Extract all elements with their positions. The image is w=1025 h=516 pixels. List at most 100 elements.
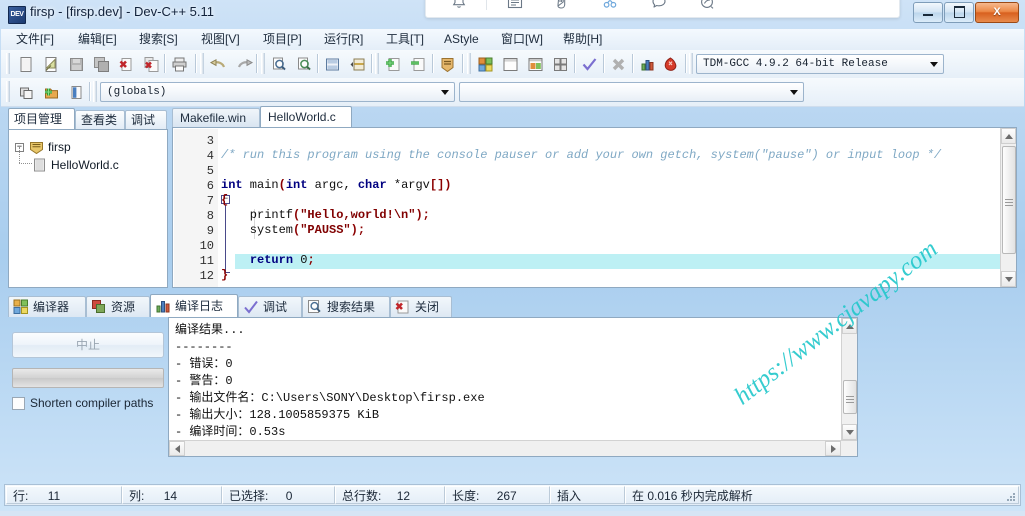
tab-helloworld[interactable]: HelloWorld.c: [260, 106, 352, 127]
resize-grip[interactable]: [1005, 491, 1017, 503]
log-vertical-scrollbar[interactable]: [841, 318, 857, 440]
toolbar-separator-3: [256, 54, 258, 73]
save-icon[interactable]: [65, 53, 87, 75]
compiler-select[interactable]: TDM-GCC 4.9.2 64-bit Release: [696, 54, 944, 74]
minimize-button[interactable]: [913, 2, 943, 23]
code-token-plain: argc,: [307, 178, 357, 192]
open-file-icon[interactable]: [40, 53, 62, 75]
scroll-down-button[interactable]: [1001, 271, 1016, 287]
remove-from-project-icon[interactable]: [65, 81, 87, 103]
new-project-icon[interactable]: [15, 81, 37, 103]
redo-icon[interactable]: [233, 53, 255, 75]
abort-button[interactable]: 中止: [12, 332, 164, 358]
tab-debug[interactable]: 调试: [125, 110, 167, 129]
thumb-grip: [1005, 202, 1013, 203]
line-number: 8: [174, 209, 214, 224]
toolbar2-grip[interactable]: [6, 81, 10, 102]
member-select[interactable]: [459, 82, 804, 102]
menu-search[interactable]: 搜索[S]: [134, 31, 183, 48]
menu-tools[interactable]: 工具[T]: [381, 31, 429, 48]
tab-compile-log[interactable]: 编译日志: [150, 294, 238, 317]
menu-run[interactable]: 运行[R]: [319, 31, 368, 48]
maximize-button[interactable]: [944, 2, 974, 23]
tree-child-label: HelloWorld.c: [51, 156, 119, 174]
run-icon[interactable]: [499, 53, 521, 75]
tab-search-results[interactable]: 搜索结果: [302, 296, 390, 317]
list-icon[interactable]: [504, 0, 526, 13]
add-to-project-icon[interactable]: [40, 81, 62, 103]
toolbar-grip[interactable]: [6, 53, 10, 74]
hand-icon[interactable]: [552, 0, 574, 13]
menu-file[interactable]: 文件[F]: [11, 31, 59, 48]
thumb-grip: [846, 396, 854, 397]
log-scroll-thumb[interactable]: [843, 380, 857, 414]
insert-icon[interactable]: [659, 53, 681, 75]
goto-line-icon[interactable]: [321, 53, 343, 75]
tab-debug-output[interactable]: 调试: [238, 296, 302, 317]
compile-progress-bar: [12, 368, 164, 388]
tab-project-manager[interactable]: 项目管理: [8, 108, 75, 129]
overlay-toolbar: [425, 0, 900, 18]
tab-resource[interactable]: 资源: [86, 296, 150, 317]
toolbar-grip-4[interactable]: [375, 53, 379, 74]
toolbar-grip-2[interactable]: [200, 53, 204, 74]
project-tree[interactable]: − firsp HelloWorld.c: [8, 129, 168, 288]
toolbar2-grip-2[interactable]: [93, 81, 97, 102]
tab-makefile[interactable]: Makefile.win: [172, 108, 260, 127]
log-scroll-up-button[interactable]: [842, 318, 857, 334]
log-scroll-down-button[interactable]: [842, 424, 857, 440]
shorten-paths-checkbox[interactable]: [12, 397, 25, 410]
rebuild-all-icon[interactable]: [549, 53, 571, 75]
scroll-up-button[interactable]: [1001, 128, 1016, 144]
new-file-icon[interactable]: [15, 53, 37, 75]
close-button[interactable]: X: [975, 2, 1019, 23]
remove-bookmark-icon[interactable]: [407, 53, 429, 75]
editor-vertical-scrollbar[interactable]: [1000, 128, 1016, 287]
menu-astyle[interactable]: AStyle: [439, 31, 484, 48]
menu-project[interactable]: 项目[P]: [258, 31, 307, 48]
menu-help[interactable]: 帮助[H]: [558, 31, 607, 48]
code-token-comment: /* run this program using the console pa…: [221, 148, 941, 162]
comment-swirl-icon[interactable]: [696, 0, 718, 13]
menu-edit[interactable]: 编辑[E]: [73, 31, 122, 48]
toolbar-grip-3[interactable]: [261, 53, 265, 74]
status-bar: 行: 11 列: 14 已选择: 0 总行数: 12 长度: 267 插入 在 …: [4, 484, 1021, 506]
replace-icon[interactable]: [293, 53, 315, 75]
goto-function-icon[interactable]: [346, 53, 368, 75]
add-bookmark-icon[interactable]: [382, 53, 404, 75]
bell-icon[interactable]: [448, 0, 470, 13]
compile-run-icon[interactable]: [524, 53, 546, 75]
tab-class-browser[interactable]: 查看类: [75, 110, 125, 129]
undo-icon[interactable]: [207, 53, 229, 75]
tab-compile-log-label: 编译日志: [175, 299, 223, 313]
profile-icon[interactable]: [436, 53, 458, 75]
log-scroll-right-button[interactable]: [825, 441, 841, 456]
menu-window[interactable]: 窗口[W]: [496, 31, 548, 48]
log-scroll-left-button[interactable]: [169, 441, 185, 456]
close-icon: X: [993, 6, 1000, 18]
toolbar-grip-5[interactable]: [467, 53, 471, 74]
save-all-icon[interactable]: [90, 53, 112, 75]
code-editor[interactable]: 3 4 5 6 7 8 9 10 11 12 − /* ru: [172, 127, 1017, 288]
stop-icon[interactable]: [607, 53, 629, 75]
code-token-plain: *argv: [387, 178, 430, 192]
close-all-icon[interactable]: [140, 53, 162, 75]
log-horizontal-scrollbar[interactable]: [169, 440, 857, 456]
debug-check-icon[interactable]: [578, 53, 600, 75]
editor-scroll-thumb[interactable]: [1002, 146, 1016, 254]
speech-bubble-icon[interactable]: [648, 0, 670, 13]
code-token-punct: ): [351, 223, 358, 237]
compile-log-box[interactable]: 编译结果... -------- - 错误：0 - 警告：0 - 输出文件名：C…: [168, 317, 858, 457]
code-token-string: "PAUSS": [300, 223, 350, 237]
tab-close[interactable]: 关闭: [390, 296, 452, 317]
profiling-icon[interactable]: [636, 53, 658, 75]
menu-view[interactable]: 视图[V]: [196, 31, 245, 48]
print-icon[interactable]: [168, 53, 190, 75]
find-icon[interactable]: [268, 53, 290, 75]
scissors-icon[interactable]: [599, 0, 621, 13]
compile-icon[interactable]: [474, 53, 496, 75]
tab-compiler[interactable]: 编译器: [8, 296, 86, 317]
close-file-icon[interactable]: [115, 53, 137, 75]
toolbar-grip-6[interactable]: [689, 53, 693, 74]
scope-select[interactable]: (globals): [100, 82, 455, 102]
